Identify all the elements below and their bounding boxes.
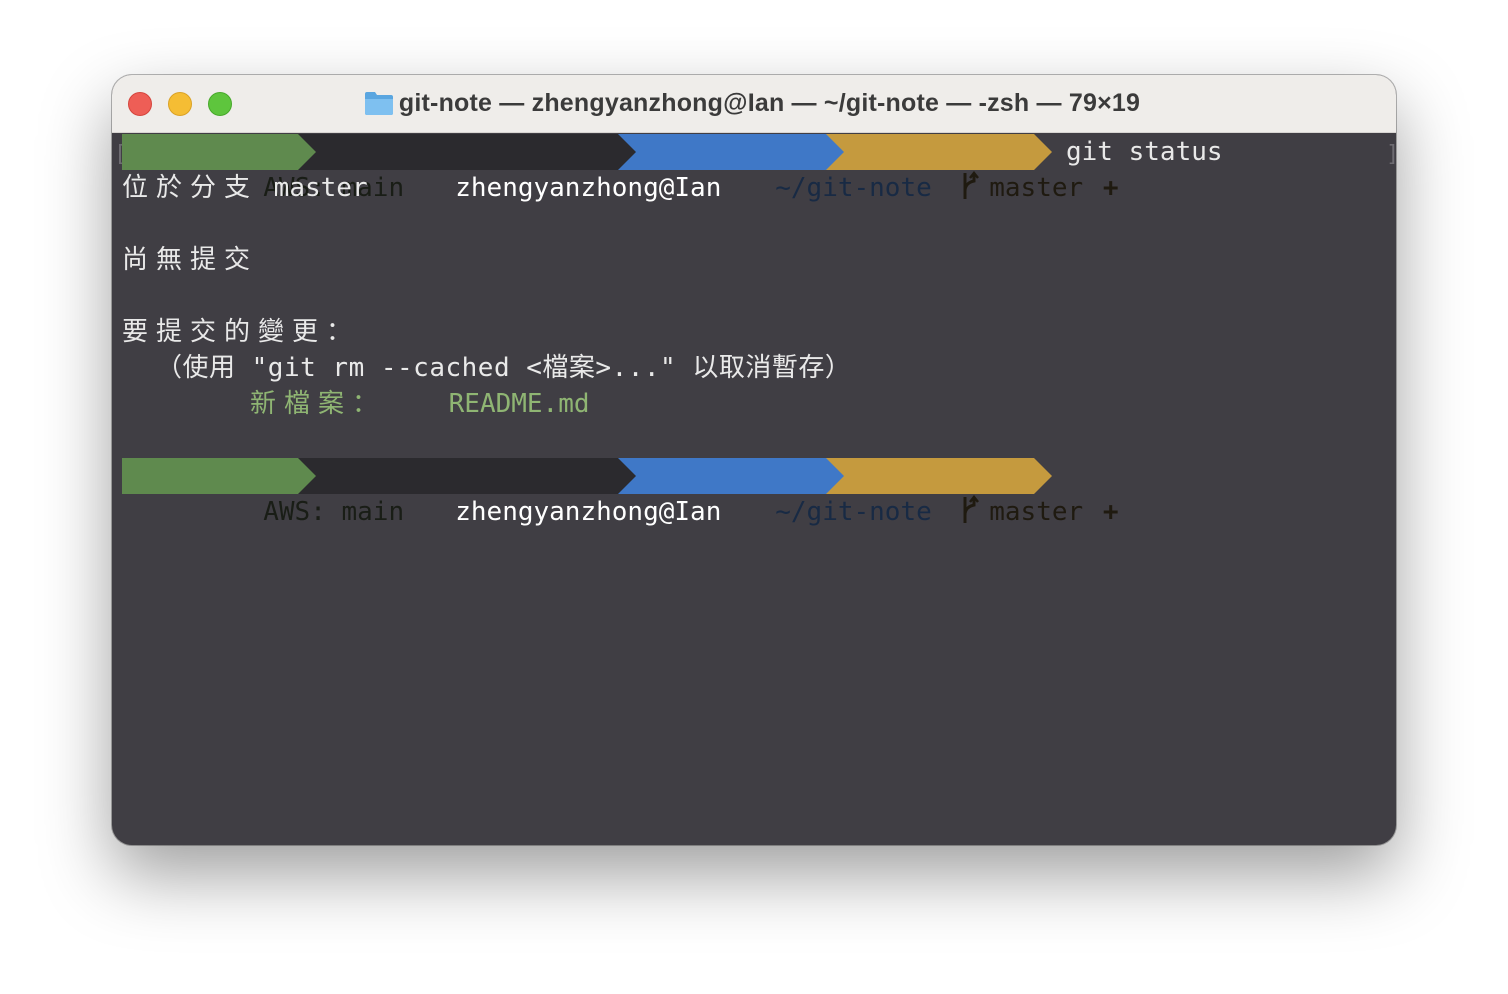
selection-bracket-right: ] (1386, 137, 1396, 173)
prompt-dirty-marker: + (1102, 497, 1119, 527)
prompt-branch-text: master (989, 173, 1084, 203)
command-text: git status (1066, 137, 1223, 167)
prompt-line-2: AWS: main zhengyanzhong@Ian ~/git-note m… (122, 458, 1118, 527)
git-branch-icon (963, 171, 980, 199)
prompt-dir-segment: ~/git-note (618, 458, 932, 527)
output-on-branch: 位於分支 master (122, 173, 368, 203)
terminal-content[interactable]: [ AWS: main zhengyanzhong@Ian ~/git-note… (112, 133, 1396, 845)
prompt-dirty-marker: + (1102, 173, 1119, 203)
prompt-user-segment: zhengyanzhong@Ian (298, 134, 721, 203)
prompt-git-segment: master + (826, 458, 1118, 527)
title-bar[interactable]: git-note — zhengyanzhong@Ian — ~/git-not… (112, 75, 1396, 133)
prompt-line-1: AWS: main zhengyanzhong@Ian ~/git-note m… (122, 134, 1118, 203)
folder-icon (364, 91, 393, 115)
output-hint: （使用 "git rm --cached <檔案>..." 以取消暫存） (156, 353, 852, 383)
prompt-branch-text: master (989, 497, 1084, 527)
prompt-aws-segment: AWS: main (122, 458, 404, 527)
git-branch-icon (963, 495, 980, 523)
prompt-dir-segment: ~/git-note (618, 134, 932, 203)
prompt-aws-segment: AWS: main (122, 134, 404, 203)
terminal-window: git-note — zhengyanzhong@Ian — ~/git-not… (112, 75, 1396, 845)
window-title: git-note — zhengyanzhong@Ian — ~/git-not… (398, 89, 1141, 117)
output-no-commits: 尚無提交 (122, 245, 259, 275)
prompt-git-segment: master + (826, 134, 1118, 203)
output-changes-header: 要提交的變更： (122, 317, 361, 347)
output-new-file: 新檔案： README.md (250, 389, 590, 419)
prompt-user-segment: zhengyanzhong@Ian (298, 458, 721, 527)
